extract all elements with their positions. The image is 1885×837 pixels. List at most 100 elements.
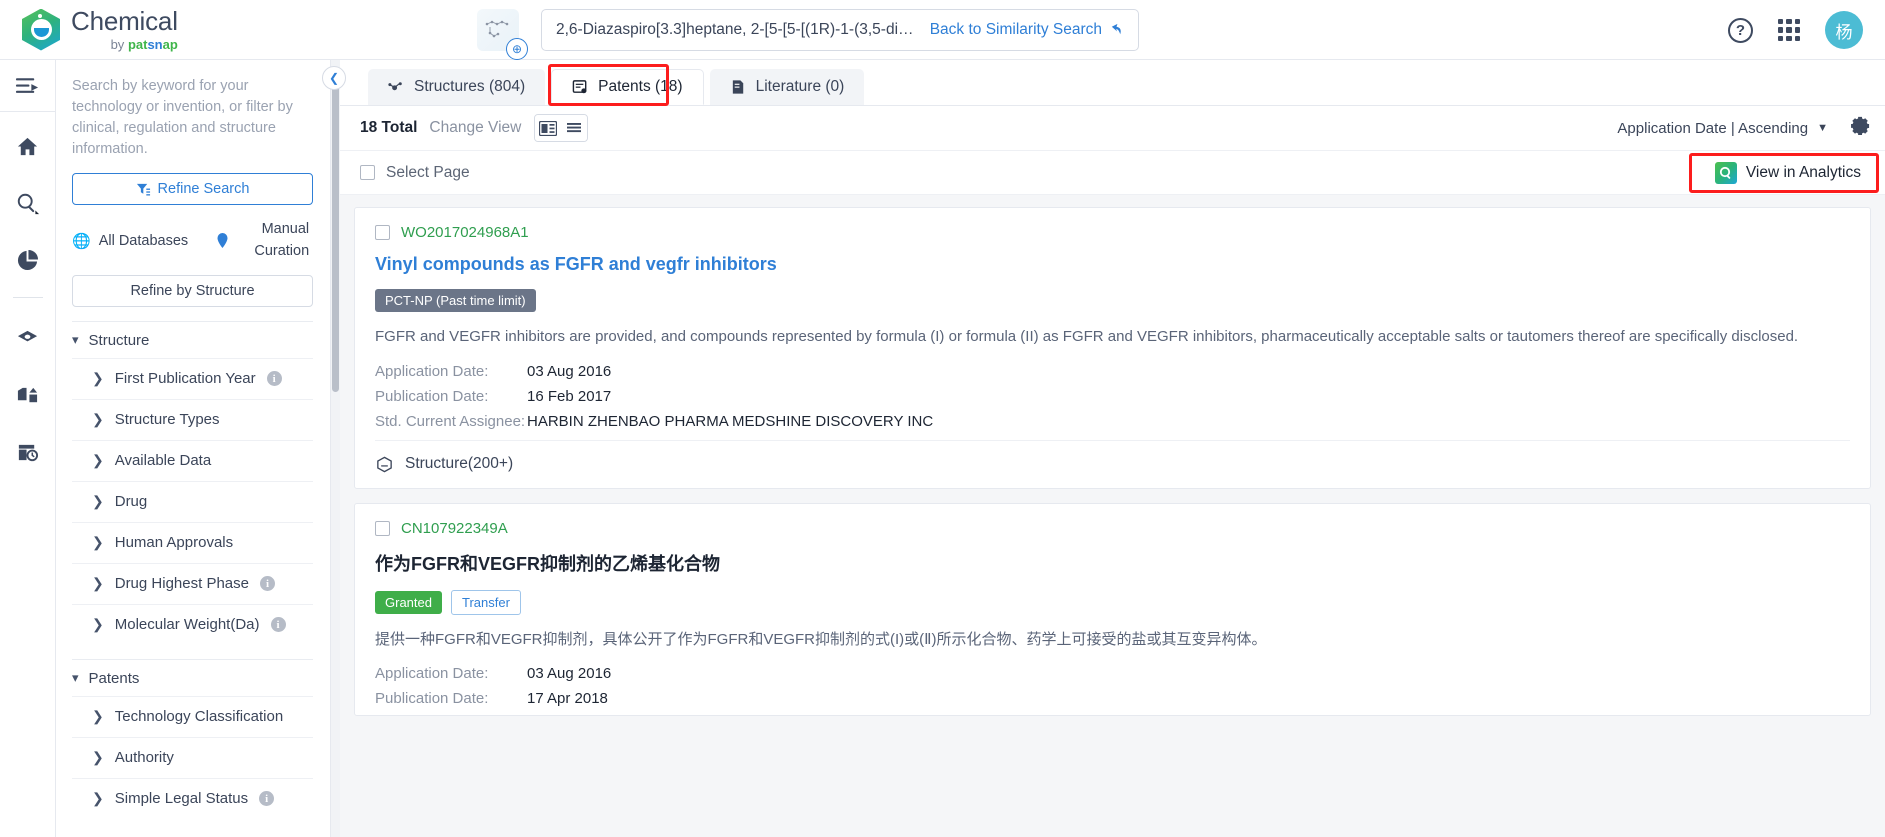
publication-number-row: CN107922349A: [375, 520, 1850, 537]
search-box[interactable]: 2,6-Diazaspiro[3.3]heptane, 2-[5-[5-[(1R…: [541, 8, 1139, 51]
help-icon[interactable]: ?: [1728, 17, 1753, 43]
info-icon[interactable]: i: [259, 576, 275, 592]
rail-analytics-icon[interactable]: [0, 238, 56, 283]
result-checkbox[interactable]: [375, 520, 390, 536]
panel-splitter-grip[interactable]: [332, 72, 339, 392]
structure-thumbnail[interactable]: ⊕: [477, 8, 528, 60]
chevron-right-icon: ❯: [92, 493, 104, 510]
status-badge: Granted: [375, 590, 442, 614]
view-toggle-group: [534, 114, 589, 142]
view-in-analytics-label: View in Analytics: [1745, 164, 1861, 181]
tab-literature[interactable]: Literature (0): [709, 69, 865, 105]
info-icon[interactable]: i: [266, 371, 282, 387]
rail-workspace-icon[interactable]: [0, 316, 56, 361]
filter-item-drug-highest-phase[interactable]: ❯ Drug Highest Phase i: [72, 562, 313, 604]
patents-icon: [572, 79, 587, 93]
results-toolbar: 18 Total Change View Application Date | …: [340, 106, 1885, 151]
filter-item-first-publication-year[interactable]: ❯ First Publication Year i: [72, 357, 313, 399]
help-glyph: ?: [1735, 21, 1746, 39]
filter-section-patents-label: Patents: [88, 669, 140, 687]
top-right-actions: ? 杨: [1728, 0, 1863, 60]
refine-by-structure-button[interactable]: Refine by Structure: [72, 274, 313, 307]
brand-pat: pat: [127, 37, 148, 52]
rail-home-icon[interactable]: [0, 124, 56, 169]
brand-subtitle: by patsnap: [71, 38, 178, 51]
meta-value: HARBIN ZHENBAO PHARMA MEDSHINE DISCOVERY…: [527, 412, 934, 430]
result-badges: Granted Transfer: [375, 589, 1850, 615]
tab-patents[interactable]: Patents (18): [551, 69, 704, 105]
result-checkbox[interactable]: [375, 225, 390, 240]
meta-row: Publication Date: 17 Apr 2018: [375, 690, 1850, 707]
card-view-icon[interactable]: [535, 115, 562, 141]
change-view-label[interactable]: Change View: [429, 119, 521, 137]
info-icon[interactable]: i: [259, 791, 275, 807]
literature-icon: [732, 79, 743, 94]
rail-inbox-icon[interactable]: [0, 373, 56, 418]
total-count: 18 Total: [360, 119, 418, 136]
tab-literature-label: Literature (0): [755, 78, 845, 95]
avatar[interactable]: 杨: [1825, 11, 1863, 49]
rail-history-icon[interactable]: [0, 430, 56, 475]
database-selector-row[interactable]: 🌐 All Databases Manual Curation: [72, 219, 313, 263]
result-badges: PCT-NP (Past time limit): [375, 289, 1850, 312]
filter-item-label: Structure Types: [114, 411, 220, 429]
rail-search-icon[interactable]: [0, 181, 56, 226]
meta-value: 03 Aug 2016: [527, 362, 612, 380]
filter-section-patents[interactable]: ▾ Patents: [72, 658, 313, 696]
meta-key: Application Date:: [375, 362, 489, 380]
collapse-filter-panel-button[interactable]: ❮: [322, 66, 346, 90]
all-databases-label: All Databases: [98, 232, 189, 249]
tab-structures-label: Structures (804): [414, 78, 526, 95]
filter-item-authority[interactable]: ❯ Authority: [72, 736, 313, 778]
result-structure-link[interactable]: Structure(200+): [375, 439, 1850, 488]
rail-collapse-menu-icon[interactable]: [0, 60, 56, 112]
sort-dropdown[interactable]: Application Date | Ascending ▼: [1617, 120, 1828, 137]
filter-item-available-data[interactable]: ❯ Available Data: [72, 439, 313, 481]
filter-item-technology-classification[interactable]: ❯ Technology Classification: [72, 695, 313, 737]
filter-hint-text: Search by keyword for your technology or…: [72, 78, 293, 158]
filter-item-structure-types[interactable]: ❯ Structure Types: [72, 398, 313, 440]
app-root: Chemical by patsnap ⊕ 2,6-Diazaspiro[3.3…: [0, 0, 1885, 837]
filter-item-drug[interactable]: ❯ Drug: [72, 480, 313, 522]
meta-key: Application Date:: [375, 665, 489, 682]
back-arrow-icon: [1111, 23, 1121, 35]
structures-icon: [388, 81, 402, 90]
filter-item-simple-legal-status[interactable]: ❯ Simple Legal Status i: [72, 777, 313, 819]
gear-icon[interactable]: [1850, 115, 1871, 141]
meta-value: 03 Aug 2016: [527, 665, 612, 682]
filter-panel: Search by keyword for your technology or…: [56, 60, 331, 837]
structure-link-label: Structure(200+): [405, 455, 514, 472]
result-title[interactable]: 作为FGFR和VEGFR抑制剂的乙烯基化合物: [375, 550, 1850, 576]
refine-search-button[interactable]: Refine Search: [72, 173, 313, 206]
tab-structures[interactable]: Structures (804): [368, 69, 546, 105]
app-switcher-icon[interactable]: [1778, 19, 1800, 41]
zoom-structure-icon[interactable]: ⊕: [506, 37, 528, 60]
filter-item-human-approvals[interactable]: ❯ Human Approvals: [72, 521, 313, 563]
chevron-right-icon: ❯: [92, 411, 104, 428]
sort-label: Application Date | Ascending: [1617, 119, 1809, 137]
chevron-right-icon: ❯: [92, 575, 104, 592]
filter-item-label: Authority: [114, 749, 174, 767]
chevron-down-icon: ▾: [72, 670, 79, 686]
result-card: WO2017024968A1 Vinyl compounds as FGFR a…: [354, 207, 1871, 489]
result-abstract: 提供一种FGFR和VEGFR抑制剂，具体公开了作为FGFR和VEGFR抑制剂的式…: [375, 630, 1267, 648]
select-page-checkbox[interactable]: [360, 165, 375, 180]
meta-row: Application Date: 03 Aug 2016: [375, 363, 1850, 380]
publication-number[interactable]: CN107922349A: [401, 520, 508, 537]
chevron-right-icon: ❯: [92, 790, 104, 807]
brand-logo-block[interactable]: Chemical by patsnap: [22, 8, 352, 51]
info-icon[interactable]: i: [270, 617, 286, 633]
publication-number[interactable]: WO2017024968A1: [401, 224, 529, 241]
search-input-value[interactable]: 2,6-Diazaspiro[3.3]heptane, 2-[5-[5-[(1R…: [556, 21, 918, 39]
back-to-similarity-search-link[interactable]: Back to Similarity Search: [930, 21, 1124, 39]
list-view-icon[interactable]: [561, 115, 588, 141]
chevron-down-icon: ▼: [1817, 122, 1828, 134]
result-abstract: FGFR and VEGFR inhibitors are provided, …: [375, 328, 1799, 345]
transfer-badge: Transfer: [450, 589, 521, 615]
results-list: WO2017024968A1 Vinyl compounds as FGFR a…: [340, 195, 1885, 837]
view-in-analytics-button[interactable]: View in Analytics: [1708, 158, 1871, 188]
select-page-row: Select Page View in Analytics: [340, 151, 1885, 195]
filter-item-molecular-weight[interactable]: ❯ Molecular Weight(Da) i: [72, 603, 313, 645]
filter-section-structure[interactable]: ▾ Structure: [72, 320, 313, 358]
result-title[interactable]: Vinyl compounds as FGFR and vegfr inhibi…: [375, 254, 1850, 275]
